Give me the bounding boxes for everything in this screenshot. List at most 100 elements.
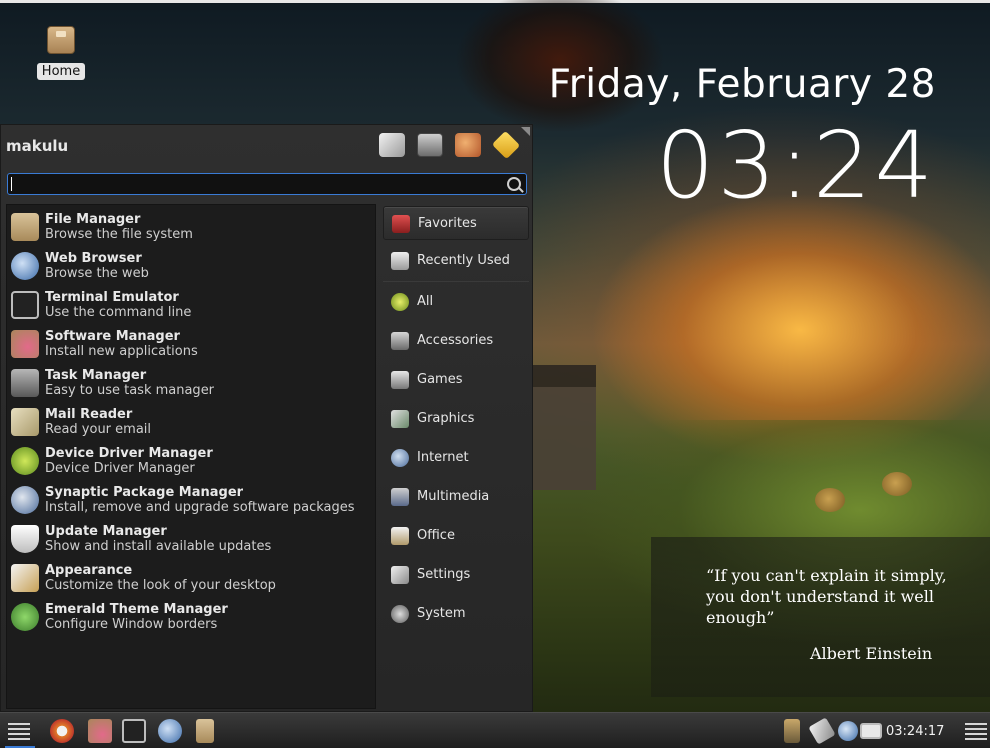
driver-manager-icon	[11, 447, 39, 475]
category-settings[interactable]: Settings	[383, 558, 529, 592]
show-desktop-button[interactable]	[965, 719, 989, 743]
clock-date: Friday, February 28	[548, 62, 936, 107]
app-name: Appearance	[45, 563, 133, 578]
app-name: Device Driver Manager	[45, 446, 213, 461]
category-label: Multimedia	[417, 489, 490, 504]
category-label: All	[417, 294, 434, 309]
app-desc: Show and install available updates	[45, 539, 272, 554]
games-icon	[391, 371, 409, 389]
taskbar: 03:24:17	[0, 712, 990, 748]
display-icon[interactable]	[860, 723, 882, 739]
resize-corner[interactable]	[521, 127, 530, 136]
web-browser-icon[interactable]	[158, 719, 182, 743]
category-system[interactable]: System	[383, 597, 529, 631]
app-desc: Customize the look of your desktop	[45, 578, 276, 593]
software-manager-icon	[11, 330, 39, 358]
app-name: Emerald Theme Manager	[45, 602, 228, 617]
hay-bale	[882, 472, 912, 496]
app-item-emerald-theme-manager[interactable]: Emerald Theme Manager Configure Window b…	[7, 599, 375, 637]
quote-text: “If you can't explain it simply, you don…	[706, 566, 947, 627]
app-item-appearance[interactable]: Appearance Customize the look of your de…	[7, 560, 375, 598]
sync-icon[interactable]	[50, 719, 74, 743]
screen-icon[interactable]	[417, 133, 443, 157]
users-icon[interactable]	[455, 133, 481, 157]
app-item-terminal[interactable]: Terminal Emulator Use the command line	[7, 287, 375, 325]
app-item-web-browser[interactable]: Web Browser Browse the web	[7, 248, 375, 286]
app-item-device-driver-manager[interactable]: Device Driver Manager Device Driver Mana…	[7, 443, 375, 481]
app-name: Terminal Emulator	[45, 290, 179, 305]
app-item-update-manager[interactable]: Update Manager Show and install availabl…	[7, 521, 375, 559]
app-name: Task Manager	[45, 368, 147, 383]
category-accessories[interactable]: Accessories	[383, 324, 529, 358]
home-folder-icon	[47, 26, 75, 54]
category-favorites[interactable]: Favorites	[383, 206, 529, 240]
app-item-file-manager[interactable]: File Manager Browse the file system	[7, 209, 375, 247]
category-all[interactable]: All	[383, 285, 529, 319]
category-label: Settings	[417, 567, 471, 582]
search-input[interactable]	[8, 175, 498, 195]
app-desc: Browse the web	[45, 266, 149, 281]
app-desc: Browse the file system	[45, 227, 193, 242]
app-desc: Install, remove and upgrade software pac…	[45, 500, 355, 515]
favorites-icon	[392, 215, 410, 233]
category-label: Graphics	[417, 411, 475, 426]
accessories-icon	[391, 332, 409, 350]
desktop-icon-home[interactable]: Home	[36, 26, 86, 80]
app-desc: Device Driver Manager	[45, 461, 195, 476]
software-manager-icon[interactable]	[88, 719, 112, 743]
hay-bale	[815, 488, 845, 512]
category-multimedia[interactable]: Multimedia	[383, 480, 529, 514]
emerald-theme-icon	[11, 603, 39, 631]
file-manager-icon	[11, 213, 39, 241]
multimedia-icon	[391, 488, 409, 506]
category-label: Games	[417, 372, 463, 387]
barn	[532, 365, 596, 490]
app-item-mail-reader[interactable]: Mail Reader Read your email	[7, 404, 375, 442]
graphics-icon	[391, 410, 409, 428]
quote-author: Albert Einstein	[810, 644, 933, 663]
app-desc: Use the command line	[45, 305, 192, 320]
file-manager-icon[interactable]	[196, 719, 214, 743]
main-menu-button[interactable]	[8, 719, 32, 743]
web-browser-icon	[11, 252, 39, 280]
app-name: Update Manager	[45, 524, 167, 539]
globe-icon[interactable]	[838, 721, 858, 741]
pen-icon[interactable]	[808, 717, 836, 745]
category-label: Internet	[417, 450, 469, 465]
app-name: Web Browser	[45, 251, 142, 266]
category-office[interactable]: Office	[383, 519, 529, 553]
tray-clock[interactable]: 03:24:17	[886, 724, 944, 739]
app-desc: Install new applications	[45, 344, 198, 359]
app-item-task-manager[interactable]: Task Manager Easy to use task manager	[7, 365, 375, 403]
terminal-icon[interactable]	[122, 719, 146, 743]
app-name: File Manager	[45, 212, 141, 227]
usb-icon[interactable]	[784, 719, 800, 743]
category-graphics[interactable]: Graphics	[383, 402, 529, 436]
app-item-synaptic[interactable]: Synaptic Package Manager Install, remove…	[7, 482, 375, 520]
task-manager-icon	[11, 369, 39, 397]
app-desc: Read your email	[45, 422, 152, 437]
mail-icon	[11, 408, 39, 436]
category-label: Favorites	[418, 216, 477, 231]
app-desc: Easy to use task manager	[45, 383, 215, 398]
search-field[interactable]	[7, 173, 527, 195]
settings-icon[interactable]	[379, 133, 405, 157]
settings-cat-icon	[391, 566, 409, 584]
terminal-icon	[11, 291, 39, 319]
logout-icon[interactable]	[491, 130, 521, 160]
app-name: Mail Reader	[45, 407, 133, 422]
category-recently-used[interactable]: Recently Used	[383, 244, 529, 278]
desktop-icon-label: Home	[36, 63, 86, 80]
synaptic-icon	[11, 486, 39, 514]
app-name: Synaptic Package Manager	[45, 485, 244, 500]
application-menu: makulu File Manager Browse the file syst…	[0, 124, 533, 712]
all-apps-icon	[391, 293, 409, 311]
category-label: Accessories	[417, 333, 494, 348]
app-item-software-manager[interactable]: Software Manager Install new application…	[7, 326, 375, 364]
category-games[interactable]: Games	[383, 363, 529, 397]
category-internet[interactable]: Internet	[383, 441, 529, 475]
category-label: Office	[417, 528, 455, 543]
search-icon[interactable]	[507, 177, 521, 191]
category-list: Favorites Recently Used All Accessories …	[381, 204, 531, 709]
app-list: File Manager Browse the file system Web …	[6, 204, 376, 709]
